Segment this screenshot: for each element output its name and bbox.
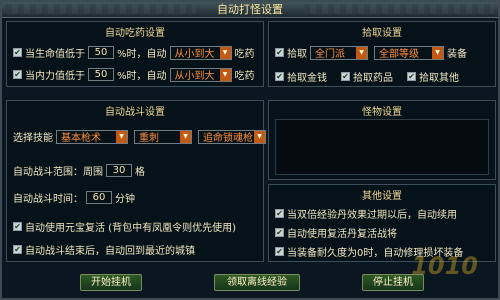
site-watermark: 1010: [411, 252, 478, 280]
hp-label-after: %时，自动: [117, 49, 167, 60]
chevron-down-icon: ▼: [116, 130, 127, 143]
ingot-revive-label: 自动使用元宝复活 (背包中有凤凰令则优先使用): [25, 223, 236, 234]
pickup-other-checkbox[interactable]: [407, 72, 416, 81]
level-select[interactable]: 全部等级 ▼: [374, 45, 444, 60]
exp-pill-label: 当双倍经验丹效果过期以后，自动续用: [287, 210, 457, 221]
chevron-down-icon: ▼: [219, 68, 231, 81]
combat-settings-panel: 自动战斗设置 选择技能 基本枪术 ▼ 重刺 ▼ 追命锁魂枪 ▼ 自动战斗范围：周…: [6, 100, 266, 262]
potion-panel-title: 自动吃药设置: [105, 28, 165, 39]
time-unit: 分钟: [115, 194, 135, 205]
pickup-options-row: 拾取金钱 拾取药品 拾取其他: [275, 69, 459, 84]
title-decoration-left: [6, 4, 196, 14]
faction-value: 全门派: [315, 49, 345, 60]
pickup-equip-checkbox[interactable]: [275, 48, 284, 57]
title-bar[interactable]: 自动打怪设置: [2, 2, 498, 18]
hp-tail: 吃药: [234, 49, 255, 60]
pickup-equip-row: 拾取 全门派 ▼ 全部等级 ▼ 装备: [275, 45, 467, 60]
combat-panel-title: 自动战斗设置: [105, 107, 165, 118]
revive-pill-row: 自动使用复活丹复活战将: [275, 225, 397, 240]
skill-3-value: 追命锁魂枪: [203, 133, 253, 144]
mp-tail: 吃药: [234, 71, 255, 82]
monster-list[interactable]: [275, 119, 489, 175]
skill-select-3[interactable]: 追命锁魂枪 ▼: [198, 129, 266, 144]
mp-potion-row: 当内力值低于 50 %时，自动 从小到大 ▼ 吃药: [13, 67, 255, 82]
mp-order-select[interactable]: 从小到大 ▼: [169, 67, 232, 82]
faction-select[interactable]: 全门派 ▼: [310, 45, 368, 60]
skill-select-2[interactable]: 重刺 ▼: [134, 129, 192, 144]
start-hunting-button[interactable]: 开始挂机: [80, 274, 142, 291]
chevron-down-icon: ▼: [356, 46, 367, 59]
mp-potion-checkbox[interactable]: [13, 70, 22, 79]
pickup-other-label: 拾取其他: [419, 73, 459, 84]
range-input[interactable]: 30: [106, 164, 132, 177]
window-title: 自动打怪设置: [217, 3, 283, 16]
ingot-revive-checkbox[interactable]: [13, 222, 22, 231]
hp-potion-row: 当生命值低于 50 %时，自动 从小到大 ▼ 吃药: [13, 45, 255, 60]
other-panel-title: 其他设置: [362, 191, 402, 202]
auto-hunt-settings-window: 自动打怪设置 自动吃药设置 当生命值低于 50 %时，自动 从小到大 ▼ 吃药 …: [0, 0, 500, 300]
pickup-panel-title: 拾取设置: [362, 28, 402, 39]
time-input[interactable]: 60: [86, 191, 112, 204]
return-city-label: 自动战斗结束后，自动回到最近的城镇: [25, 246, 195, 257]
hp-order-value: 从小到大: [174, 49, 215, 60]
chevron-down-icon: ▼: [180, 130, 191, 143]
mp-threshold-input[interactable]: 50: [88, 68, 114, 81]
skill-row: 选择技能 基本枪术 ▼ 重刺 ▼ 追命锁魂枪 ▼: [13, 129, 269, 144]
chevron-down-icon: ▼: [432, 46, 443, 59]
return-city-checkbox[interactable]: [13, 245, 22, 254]
mp-label-after: %时，自动: [117, 71, 167, 82]
revive-pill-checkbox[interactable]: [275, 228, 284, 237]
level-value: 全部等级: [379, 49, 419, 60]
claim-offline-exp-button[interactable]: 领取离线经验: [214, 274, 300, 291]
skill-2-value: 重刺: [139, 133, 159, 144]
range-unit: 格: [135, 167, 145, 178]
hp-label: 当生命值低于: [25, 49, 85, 60]
auto-repair-checkbox[interactable]: [275, 247, 284, 256]
chevron-down-icon: ▼: [219, 46, 231, 59]
revive-pill-label: 自动使用复活丹复活战将: [287, 229, 397, 240]
equip-label: 装备: [447, 49, 467, 60]
time-row: 自动战斗时间： 60 分钟: [13, 190, 135, 205]
monster-settings-panel: 怪物设置: [268, 100, 496, 180]
hp-threshold-input[interactable]: 50: [88, 46, 114, 59]
exp-pill-row: 当双倍经验丹效果过期以后，自动续用: [275, 206, 457, 221]
monster-panel-title: 怪物设置: [362, 107, 402, 118]
exp-pill-checkbox[interactable]: [275, 209, 284, 218]
time-label: 自动战斗时间：: [13, 194, 83, 205]
pickup-money-label: 拾取金钱: [287, 73, 327, 84]
pickup-medicine-checkbox[interactable]: [341, 72, 350, 81]
range-row: 自动战斗范围：周围 30 格: [13, 163, 145, 178]
mp-label: 当内力值低于: [25, 71, 85, 82]
hp-order-select[interactable]: 从小到大 ▼: [169, 45, 232, 60]
mp-order-value: 从小到大: [174, 71, 215, 82]
chevron-down-icon: ▼: [254, 130, 265, 143]
skill-select-1[interactable]: 基本枪术 ▼: [56, 129, 128, 144]
potion-settings-panel: 自动吃药设置 当生命值低于 50 %时，自动 从小到大 ▼ 吃药 当内力值低于 …: [6, 21, 264, 87]
return-city-row: 自动战斗结束后，自动回到最近的城镇: [13, 242, 195, 257]
pickup-label: 拾取: [287, 49, 307, 60]
revive-row: 自动使用元宝复活 (背包中有凤凰令则优先使用): [13, 219, 236, 234]
title-decoration-right: [304, 4, 494, 14]
range-label: 自动战斗范围：周围: [13, 167, 103, 178]
pickup-medicine-label: 拾取药品: [353, 73, 393, 84]
other-settings-panel: 其他设置 当双倍经验丹效果过期以后，自动续用 自动使用复活丹复活战将 当装备耐久…: [268, 184, 496, 262]
pickup-settings-panel: 拾取设置 拾取 全门派 ▼ 全部等级 ▼ 装备 拾取金钱 拾取药品 拾取其他: [268, 21, 496, 87]
skill-label: 选择技能: [13, 133, 53, 144]
pickup-money-checkbox[interactable]: [275, 72, 284, 81]
skill-1-value: 基本枪术: [61, 133, 101, 144]
hp-potion-checkbox[interactable]: [13, 48, 22, 57]
